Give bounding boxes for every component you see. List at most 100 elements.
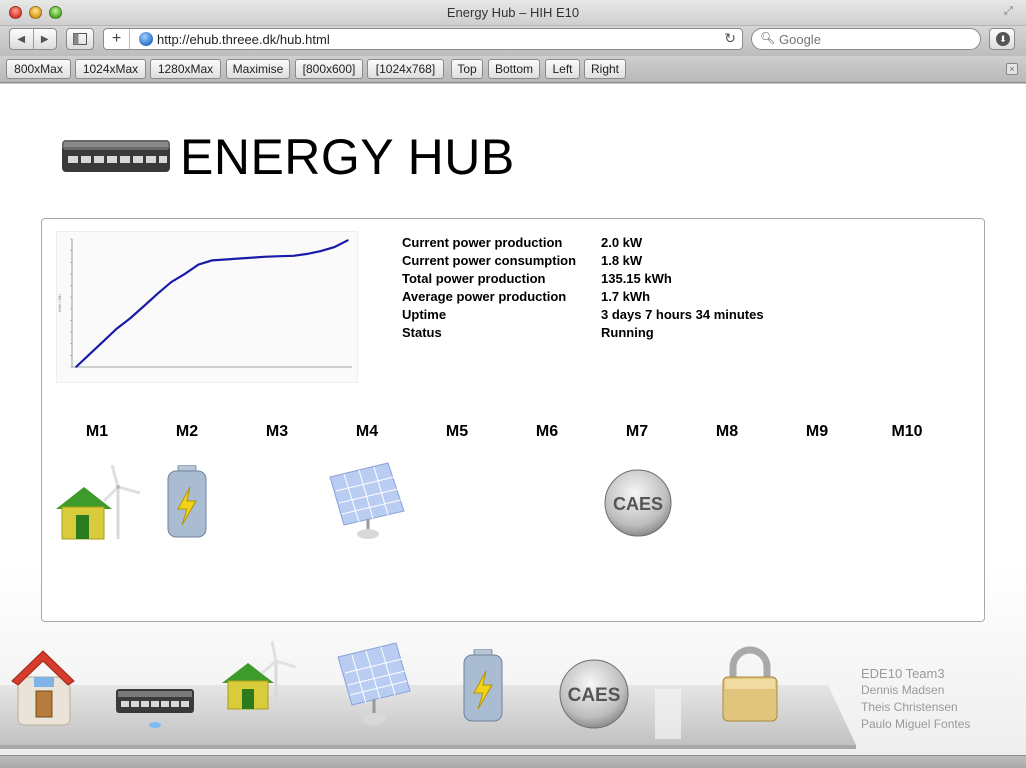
hub-panel: kWh / Wh Current power production 2.0 kW C… bbox=[41, 218, 985, 622]
add-bookmark-button[interactable]: + bbox=[104, 29, 130, 49]
stat-row: Current power consumption 1.8 kW bbox=[402, 252, 764, 270]
bookmark-bottom[interactable]: Bottom bbox=[488, 59, 540, 79]
y-axis-label: kWh / Wh bbox=[57, 294, 62, 311]
network-switch-icon[interactable] bbox=[115, 685, 195, 731]
data-point bbox=[306, 253, 308, 255]
data-point bbox=[224, 258, 227, 261]
stat-row: Total power production 135.15 kWh bbox=[402, 270, 764, 288]
dock: CAES EDE10 Team3 Dennis Madsen Theis Chr… bbox=[0, 639, 1026, 755]
house-wind-turbine-icon[interactable] bbox=[56, 464, 146, 548]
data-point bbox=[75, 366, 77, 368]
search-input[interactable] bbox=[779, 30, 974, 48]
data-point bbox=[211, 259, 213, 262]
stat-label: Current power consumption bbox=[402, 253, 577, 268]
credits: EDE10 Team3 Dennis Madsen Theis Christen… bbox=[861, 665, 970, 733]
data-point bbox=[252, 256, 254, 259]
page-content: ENERGY HUB kWh / Wh Current power produc… bbox=[0, 84, 1026, 755]
bookmark-left[interactable]: Left bbox=[545, 59, 580, 79]
stat-label: Current power production bbox=[402, 235, 563, 250]
sidebar-toggle-button[interactable] bbox=[66, 28, 94, 50]
padlock-icon[interactable] bbox=[719, 645, 781, 725]
stat-label: Average power production bbox=[402, 289, 567, 304]
forward-arrow-icon: ▶ bbox=[40, 33, 49, 45]
browser-toolbar: ◀ ▶ + http://ehub.threee.dk/hub.html ↻ 🔍… bbox=[0, 26, 1026, 56]
bookmark-1024xmax[interactable]: 1024xMax bbox=[75, 59, 146, 79]
bookmark-800x600[interactable]: [800x600] bbox=[295, 59, 363, 79]
close-icon[interactable]: × bbox=[1006, 63, 1018, 75]
sidebar-icon bbox=[73, 33, 87, 45]
caes-label: CAES bbox=[613, 494, 663, 514]
url-text[interactable]: http://ehub.threee.dk/hub.html bbox=[157, 32, 330, 47]
data-point bbox=[88, 353, 91, 355]
data-point bbox=[143, 305, 145, 307]
team-name: EDE10 Team3 bbox=[861, 666, 945, 681]
bookmark-maximise[interactable]: Maximise bbox=[226, 59, 290, 79]
battery-icon[interactable] bbox=[462, 649, 504, 723]
bookmark-right[interactable]: Right bbox=[584, 59, 626, 79]
module-label-m8: M8 bbox=[715, 423, 739, 440]
stat-value: 135.15 kWh bbox=[601, 271, 672, 286]
data-point bbox=[184, 273, 186, 275]
module-label-m9: M9 bbox=[805, 423, 829, 440]
stat-value: 2.0 kW bbox=[601, 235, 643, 250]
module-label-m7: M7 bbox=[625, 423, 649, 440]
stat-value: Running bbox=[601, 325, 654, 340]
bookmark-800xmax[interactable]: 800xMax bbox=[6, 59, 71, 79]
nav-buttons: ◀ ▶ bbox=[9, 28, 57, 50]
caes-icon[interactable]: CAES bbox=[602, 467, 674, 544]
modules-row: M1 M2 M3 M4 M5 M6 M7 CAES M8 M9 M10 bbox=[42, 421, 986, 541]
data-point bbox=[102, 340, 104, 343]
data-point bbox=[279, 255, 281, 257]
search-icon: 🔍︎ bbox=[760, 31, 776, 45]
bookmark-1280xmax[interactable]: 1280xMax bbox=[150, 59, 221, 79]
search-bar[interactable]: 🔍︎ bbox=[751, 28, 981, 50]
window-titlebar: Energy Hub – HIH E10 ⤢ bbox=[0, 0, 1026, 26]
module-label-m3: M3 bbox=[265, 423, 289, 440]
data-point bbox=[320, 250, 322, 252]
solar-panel-icon[interactable] bbox=[332, 639, 412, 729]
data-point bbox=[116, 327, 118, 330]
stat-value: 3 days 7 hours 34 minutes bbox=[601, 307, 764, 322]
data-point bbox=[347, 239, 349, 241]
data-point bbox=[292, 255, 295, 257]
data-point bbox=[333, 246, 336, 248]
globe-icon bbox=[139, 32, 153, 46]
stat-row: Uptime 3 days 7 hours 34 minutes bbox=[402, 306, 764, 324]
bookmark-1024x768[interactable]: [1024x768] bbox=[367, 59, 444, 79]
data-point bbox=[156, 292, 159, 295]
solar-panel-icon[interactable] bbox=[326, 461, 408, 544]
module-label-m5: M5 bbox=[445, 423, 469, 440]
bookmark-top[interactable]: Top bbox=[451, 59, 483, 79]
data-point bbox=[238, 257, 240, 260]
production-chart: kWh / Wh bbox=[56, 231, 358, 383]
battery-icon[interactable] bbox=[166, 464, 208, 544]
stat-label: Status bbox=[402, 325, 442, 340]
forward-button[interactable]: ▶ bbox=[32, 29, 57, 49]
data-point bbox=[129, 317, 132, 319]
stat-label: Total power production bbox=[402, 271, 546, 286]
back-button[interactable]: ◀ bbox=[10, 29, 33, 49]
fullscreen-icon[interactable]: ⤢ bbox=[1004, 5, 1018, 19]
network-switch-icon bbox=[62, 140, 170, 172]
address-bar[interactable]: + http://ehub.threee.dk/hub.html ↻ bbox=[103, 28, 743, 50]
stat-row: Average power production 1.7 kWh bbox=[402, 288, 764, 306]
stat-row: Status Running bbox=[402, 324, 764, 342]
member-name: Theis Christensen bbox=[861, 700, 958, 714]
stat-row: Current power production 2.0 kW bbox=[402, 234, 764, 252]
downloads-button[interactable]: ⬇ bbox=[989, 28, 1015, 50]
member-name: Dennis Madsen bbox=[861, 683, 945, 697]
caes-label: CAES bbox=[568, 685, 621, 706]
module-label-m6: M6 bbox=[535, 423, 559, 440]
reload-icon[interactable]: ↻ bbox=[724, 30, 736, 47]
member-name: Paulo Miguel Fontes bbox=[861, 717, 971, 731]
back-arrow-icon: ◀ bbox=[17, 33, 26, 45]
stats-table: Current power production 2.0 kW Current po… bbox=[402, 234, 764, 342]
caes-icon[interactable]: CAES bbox=[557, 657, 631, 731]
stat-value: 1.7 kWh bbox=[601, 289, 651, 304]
status-bar bbox=[0, 755, 1026, 768]
data-point bbox=[197, 263, 200, 266]
house-wind-turbine-icon[interactable] bbox=[218, 639, 308, 715]
home-icon[interactable] bbox=[10, 647, 76, 729]
data-point bbox=[265, 255, 268, 258]
module-label-m10: M10 bbox=[891, 423, 923, 440]
